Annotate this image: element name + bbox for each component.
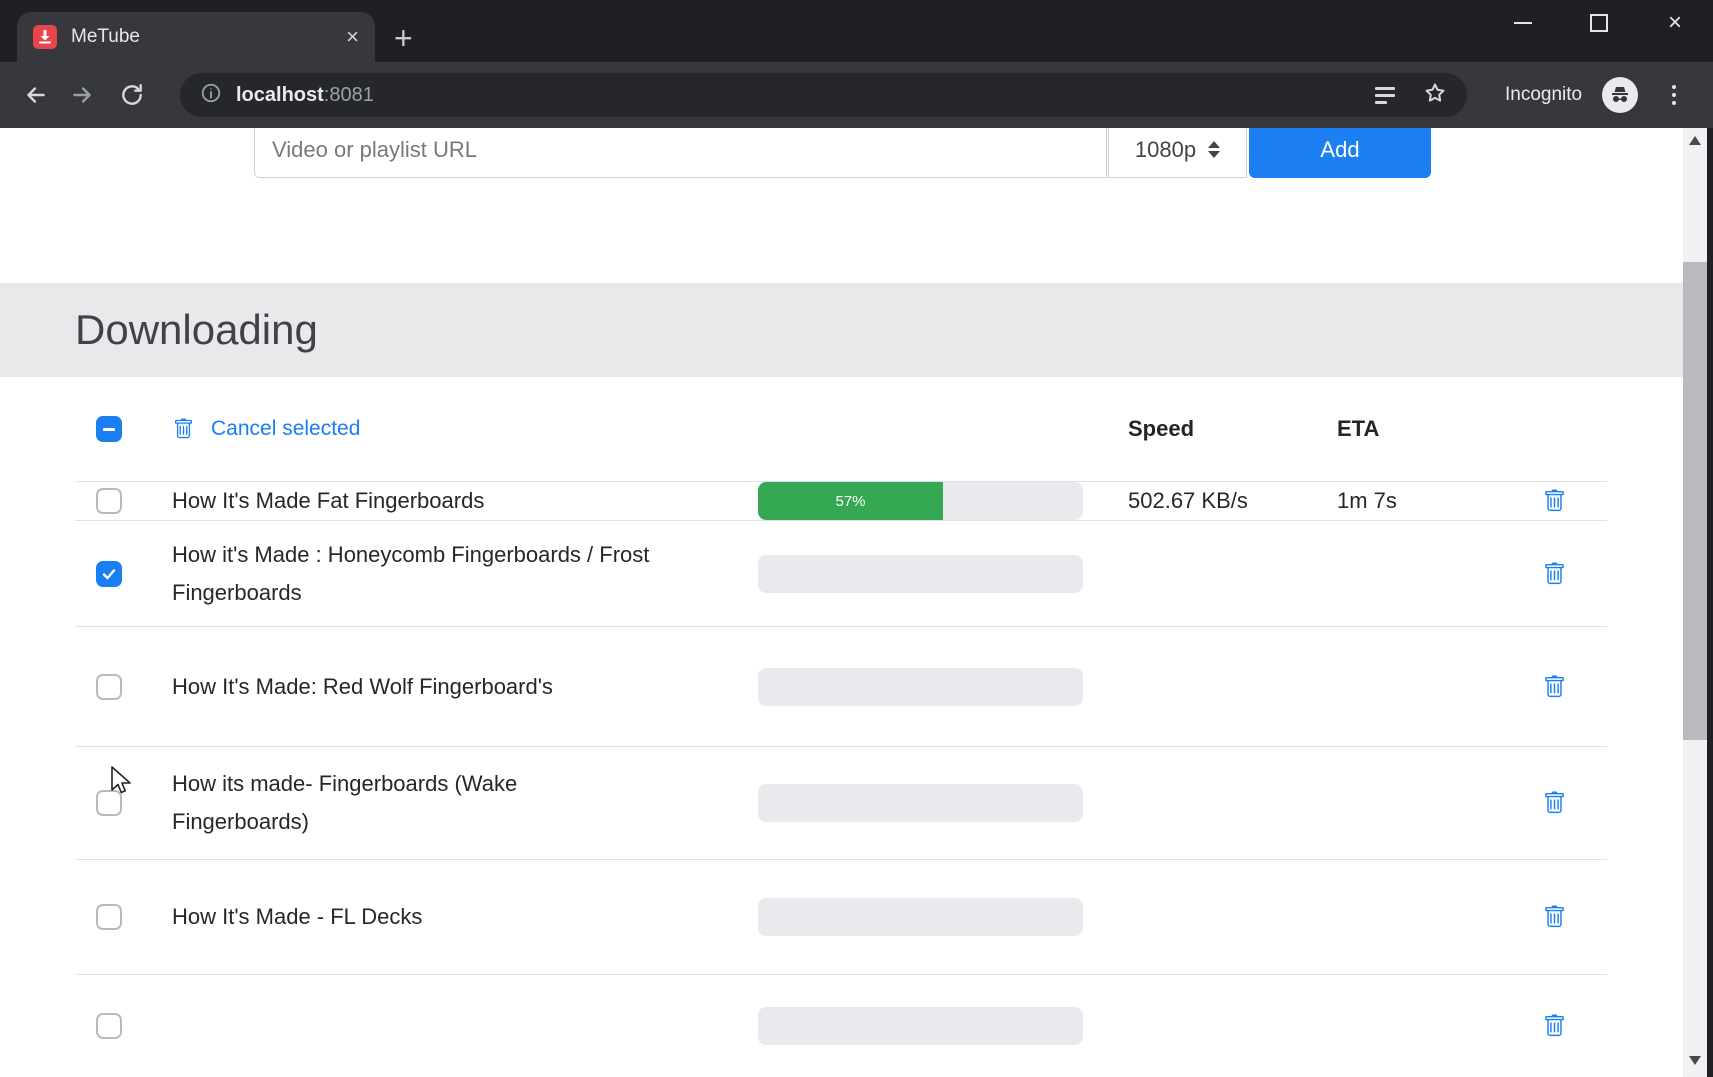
row-speed: 502.67 KB/s: [1108, 488, 1308, 514]
reload-icon[interactable]: [116, 79, 148, 111]
progress-bar: [758, 668, 1083, 706]
window-edge: [1707, 128, 1713, 1077]
progress-bar: [758, 1007, 1083, 1045]
download-row: [75, 974, 1607, 1076]
row-checkbox[interactable]: [96, 561, 122, 587]
minimize-button[interactable]: [1485, 0, 1561, 46]
download-row: How It's Made: Red Wolf Fingerboard's: [75, 626, 1607, 746]
row-title: How it's Made : Honeycomb Fingerboards /…: [172, 536, 652, 612]
row-title: How It's Made - FL Decks: [172, 898, 422, 936]
scrollbar-up-arrow[interactable]: [1689, 136, 1701, 145]
row-checkbox[interactable]: [96, 1013, 122, 1039]
progress-fill: 57%: [758, 482, 943, 520]
cancel-selected-link[interactable]: Cancel selected: [211, 417, 360, 441]
browser-toolbar: localhost:8081 Incognito: [0, 62, 1713, 128]
eta-column-header: ETA: [1337, 416, 1379, 442]
bookmark-star-icon[interactable]: [1423, 81, 1447, 110]
quality-select[interactable]: 1080p: [1108, 121, 1247, 178]
browser-chrome: MeTube × + × loc: [0, 0, 1713, 128]
speed-column-header: Speed: [1128, 416, 1194, 442]
browser-tab[interactable]: MeTube ×: [17, 12, 375, 62]
forward-icon[interactable]: [66, 79, 98, 111]
tab-strip: MeTube × + ×: [0, 0, 1713, 62]
incognito-icon[interactable]: [1602, 77, 1638, 113]
table-header-row: Cancel selected Speed ETA: [75, 377, 1607, 481]
select-spinner-icon: [1208, 141, 1220, 158]
download-row: How it's Made : Honeycomb Fingerboards /…: [75, 520, 1607, 626]
progress-bar: [758, 784, 1083, 822]
trash-icon[interactable]: [1543, 1013, 1566, 1039]
close-button[interactable]: ×: [1637, 0, 1713, 46]
downloads-table: Cancel selected Speed ETA How It's Made …: [75, 377, 1607, 1076]
browser-window: 1080p Add Downloading Cancel selected: [0, 0, 1713, 1077]
row-checkbox[interactable]: [96, 674, 122, 700]
video-url-input[interactable]: [254, 121, 1107, 178]
quality-value: 1080p: [1135, 137, 1196, 163]
cancel-selected-trash-icon[interactable]: [172, 416, 195, 442]
scrollbar-thumb[interactable]: [1683, 262, 1707, 740]
download-row: How It's Made Fat Fingerboards 57% 502.6…: [75, 481, 1607, 520]
url-host: localhost: [236, 84, 324, 107]
row-checkbox[interactable]: [96, 488, 122, 514]
row-title: How its made- Fingerboards (Wake Fingerb…: [172, 765, 652, 841]
maximize-button[interactable]: [1561, 0, 1637, 46]
trash-icon[interactable]: [1543, 904, 1566, 930]
trash-icon[interactable]: [1543, 488, 1566, 514]
progress-bar: [758, 898, 1083, 936]
select-all-checkbox[interactable]: [96, 416, 122, 442]
add-button[interactable]: Add: [1249, 121, 1431, 178]
url-port: :8081: [324, 84, 374, 107]
tab-close-icon[interactable]: ×: [346, 26, 359, 48]
reading-list-icon[interactable]: [1375, 87, 1395, 104]
trash-icon[interactable]: [1543, 790, 1566, 816]
progress-bar: [758, 555, 1083, 593]
mouse-cursor: [110, 766, 134, 803]
back-icon[interactable]: [20, 79, 52, 111]
download-row: How It's Made - FL Decks: [75, 859, 1607, 974]
site-info-icon[interactable]: [200, 82, 222, 109]
url-bar[interactable]: localhost:8081: [180, 73, 1467, 117]
row-checkbox[interactable]: [96, 904, 122, 930]
row-title: How It's Made Fat Fingerboards: [172, 482, 484, 520]
download-row: How its made- Fingerboards (Wake Fingerb…: [75, 746, 1607, 859]
menu-kebab-icon[interactable]: [1666, 78, 1682, 112]
new-tab-button[interactable]: +: [394, 22, 413, 54]
trash-icon[interactable]: [1543, 561, 1566, 587]
metube-favicon-icon: [33, 25, 57, 49]
add-download-form: 1080p Add: [254, 121, 1431, 178]
row-title: How It's Made: Red Wolf Fingerboard's: [172, 668, 553, 706]
row-eta: 1m 7s: [1308, 488, 1460, 514]
tab-title: MeTube: [71, 26, 140, 48]
scrollbar-down-arrow[interactable]: [1689, 1056, 1701, 1065]
incognito-label: Incognito: [1505, 62, 1582, 128]
downloading-section-header: Downloading: [0, 283, 1707, 377]
section-title: Downloading: [75, 306, 318, 354]
trash-icon[interactable]: [1543, 674, 1566, 700]
progress-label: 57%: [835, 493, 865, 510]
progress-bar: 57%: [758, 482, 1083, 520]
